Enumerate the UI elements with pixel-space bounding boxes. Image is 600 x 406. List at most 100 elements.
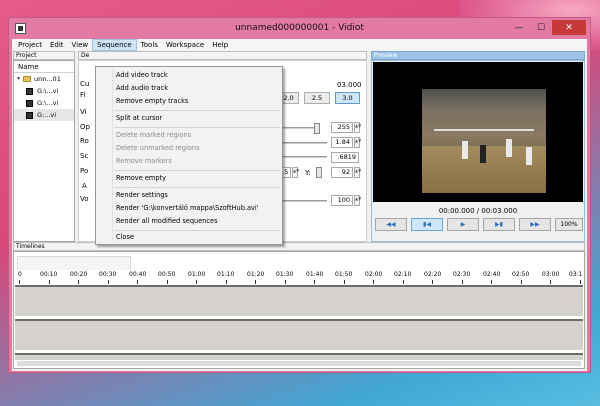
menu-bar: Project Edit View Sequence Tools Workspa… [12, 39, 587, 51]
menu-gutter [112, 69, 113, 242]
details-label-sc: Sc [80, 152, 89, 160]
folder-icon [23, 76, 31, 82]
tree-item-sequence[interactable]: ▾ unn...01 [14, 73, 74, 85]
menu-remove-empty[interactable]: Remove empty [116, 174, 166, 182]
rotation-slider-track[interactable] [279, 142, 327, 144]
project-panel: Name ▾ unn...01 G:\...vi G:\...vi G:...v… [13, 60, 75, 242]
skip-to-end-button[interactable]: ▶▶ [519, 218, 551, 231]
opacity-spin[interactable]: ▲▼ [354, 122, 361, 133]
tree-item-file[interactable]: G:\...vi [14, 85, 74, 97]
tick-mark [403, 280, 404, 284]
tick-label: 00:10 [40, 271, 58, 278]
volume-spin[interactable]: ▲▼ [354, 195, 361, 206]
tick-label: 02:40 [483, 271, 501, 278]
timeline-horizontal-scrollbar[interactable] [17, 361, 581, 366]
position-y-slider-thumb[interactable] [316, 167, 322, 178]
tree-item-label: G:\...vi [37, 99, 59, 107]
menu-workspace[interactable]: Workspace [162, 39, 208, 51]
length-3-0-button[interactable]: 3.0 [335, 92, 360, 104]
tick-mark [373, 280, 374, 284]
position-y-input[interactable]: 92 [331, 167, 353, 178]
menu-render-all-modified[interactable]: Render all modified sequences [116, 217, 218, 225]
menu-sequence[interactable]: Sequence [92, 39, 137, 51]
tick-label: 00:20 [70, 271, 88, 278]
project-panel-title: Project [13, 51, 75, 60]
tick-mark [432, 280, 433, 284]
volume-slider-track[interactable] [279, 200, 327, 202]
tick-label: 00:40 [129, 271, 147, 278]
menu-remove-empty-tracks[interactable]: Remove empty tracks [116, 97, 188, 105]
project-column-header[interactable]: Name [14, 61, 74, 73]
play-button[interactable]: ▶ [447, 218, 479, 231]
minimize-button[interactable]: — [508, 20, 530, 35]
menu-project[interactable]: Project [14, 39, 46, 51]
previous-frame-button[interactable]: ▮◀ [411, 218, 443, 231]
tick-mark [344, 280, 345, 284]
tick-label: 02:10 [394, 271, 412, 278]
video-track[interactable] [15, 285, 583, 316]
tick-label: 01:20 [247, 271, 265, 278]
time-ruler[interactable]: 0 00:10 00:20 00:30 00:40 00:50 01:00 01… [14, 270, 584, 284]
menu-separator [114, 127, 280, 128]
tree-item-label: G:\...vi [37, 87, 59, 95]
length-2-5-button[interactable]: 2.5 [304, 92, 330, 104]
menu-separator [114, 170, 280, 171]
menu-split-at-cursor[interactable]: Split at cursor [116, 114, 162, 122]
tick-mark [49, 280, 50, 284]
details-label-op: Op [80, 123, 90, 131]
rotation-input[interactable]: 1.84 [331, 137, 353, 148]
menu-edit[interactable]: Edit [46, 39, 68, 51]
video-file-icon [26, 111, 33, 119]
details-panel-title: De [78, 51, 367, 60]
opacity-slider-track[interactable] [279, 127, 319, 129]
tick-label: 01:50 [335, 271, 353, 278]
duration-label: 03.000 [337, 81, 362, 89]
tick-mark [491, 280, 492, 284]
tick-label: 02:30 [453, 271, 471, 278]
video-canvas[interactable] [373, 62, 583, 202]
tree-item-label: unn...01 [34, 75, 61, 83]
menu-add-audio-track[interactable]: Add audio track [116, 84, 168, 92]
opacity-slider-thumb[interactable] [314, 123, 320, 134]
title-bar[interactable]: unnamed000000001 - Vidiot — ☐ ✕ [9, 18, 590, 39]
tick-label: 03:00 [542, 271, 560, 278]
tick-mark [78, 280, 79, 284]
audio-track[interactable] [15, 319, 583, 350]
menu-render-file[interactable]: Render 'G:\konvertáló mappa\SzoftHub.avi… [116, 204, 259, 212]
tick-label: 00:30 [99, 271, 117, 278]
position-x-spin[interactable]: ▲▼ [292, 167, 299, 178]
video-file-icon [26, 87, 33, 95]
menu-view[interactable]: View [68, 39, 93, 51]
tick-mark [137, 280, 138, 284]
skip-to-start-button[interactable]: ◀◀ [375, 218, 407, 231]
player-figure [462, 141, 468, 159]
preview-panel: 00:00.000 / 00:03.000 ◀◀ ▮◀ ▶ ▶▮ ▶▶ 100% [371, 60, 585, 242]
menu-help[interactable]: Help [208, 39, 232, 51]
scale-slider-track[interactable] [279, 156, 327, 158]
opacity-input[interactable]: 255 [331, 122, 353, 133]
rotation-spin[interactable]: ▲▼ [354, 137, 361, 148]
menu-separator [114, 110, 280, 111]
menu-tools[interactable]: Tools [137, 39, 162, 51]
audio-track-extra[interactable] [15, 353, 583, 360]
close-window-button[interactable]: ✕ [552, 20, 586, 35]
scale-input[interactable]: .6819 [331, 152, 359, 163]
menu-close[interactable]: Close [116, 233, 134, 241]
volume-input[interactable]: 100 [331, 195, 353, 206]
app-window: unnamed000000001 - Vidiot — ☐ ✕ Project … [8, 17, 591, 373]
position-y-spin[interactable]: ▲▼ [354, 167, 361, 178]
sequence-menu-dropdown: Add video track Add audio track Remove e… [95, 66, 283, 245]
video-frame-image [422, 89, 546, 193]
tree-item-file[interactable]: G:\...vi [14, 97, 74, 109]
sequence-tab[interactable] [17, 256, 131, 270]
collapse-icon[interactable]: ▾ [14, 73, 23, 85]
menu-render-settings[interactable]: Render settings [116, 191, 168, 199]
menu-add-video-track[interactable]: Add video track [116, 71, 168, 79]
tick-label: 01:30 [276, 271, 294, 278]
maximize-button[interactable]: ☐ [530, 20, 552, 35]
preview-zoom-button[interactable]: 100% [555, 218, 583, 231]
next-frame-button[interactable]: ▶▮ [483, 218, 515, 231]
window-title: unnamed000000001 - Vidiot [235, 23, 364, 33]
tick-mark [580, 280, 581, 284]
tree-item-file[interactable]: G:...vi [14, 109, 74, 121]
